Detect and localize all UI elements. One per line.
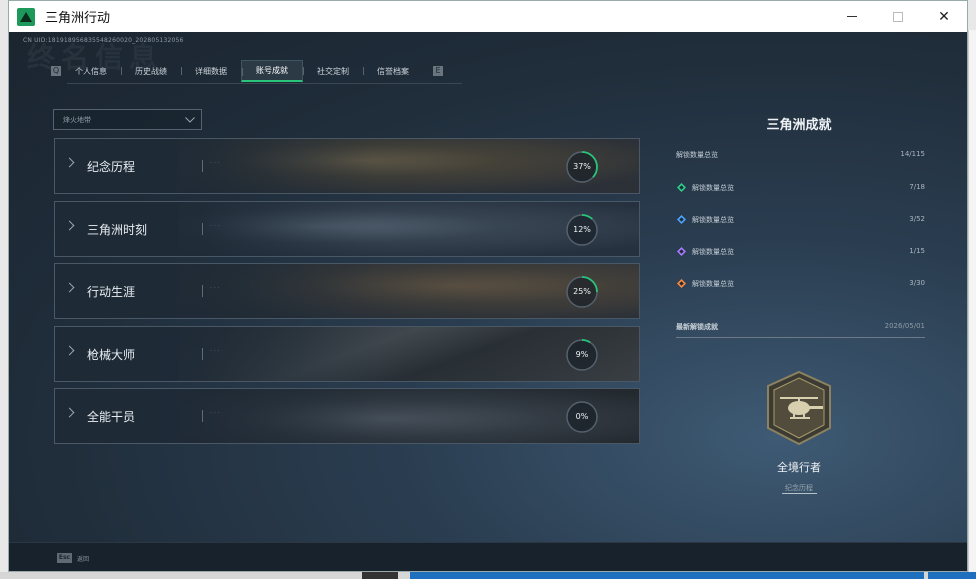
window-title: 三角洲行动 [45,11,111,26]
summary-total-row: 解锁数量总览 14/115 [676,147,925,163]
close-icon: ✕ [938,8,950,25]
app-logo-icon [17,7,35,26]
chevron-down-icon [185,117,195,123]
tab-next-button[interactable]: E [433,66,443,76]
tab-profile[interactable]: 个人信息 [61,60,121,82]
achievement-category-card[interactable]: 全能干员 · · · 0% [54,388,640,444]
tier-unlock-row: 解锁数量总览 7/18 [676,180,925,196]
tab-divider [67,83,462,84]
category-dots: · · · [210,347,220,355]
tier-unlock-row: 解锁数量总览 3/52 [676,212,925,228]
tier-unlock-row: 解锁数量总览 1/15 [676,244,925,260]
game-view: 终名信息 CN UID:181918956835548260020_202805… [9,32,967,571]
title-bar: 三角洲行动 ✕ [9,1,967,32]
helicopter-badge-icon[interactable] [764,370,834,446]
tab-stats[interactable]: 详细数据 [181,60,241,82]
badge-category: 纪念历程 [785,484,813,492]
tab-history[interactable]: 历史战绩 [121,60,181,82]
progress-percent: 0% [575,412,589,421]
esc-key-hint[interactable]: Esc [57,553,72,563]
badge-underline [782,493,817,494]
mode-dropdown-value: 烽火地带 [63,115,91,124]
esc-label: 返回 [77,556,90,563]
minimize-icon [847,16,857,17]
purple-tier-icon [677,247,686,256]
progress-ring: 25% [564,274,600,310]
progress-percent: 12% [573,224,591,234]
footer-bar: Esc 返回 [9,542,967,571]
progress-percent: 9% [575,349,589,359]
orange-tier-icon [677,279,686,288]
minimize-button[interactable] [829,1,875,32]
tier-value: 1/15 [909,247,925,255]
category-dots: · · · [210,222,220,230]
tab-achievements[interactable]: 账号成就 [241,60,303,82]
category-artwork-fade [55,139,639,193]
latest-unlock-header: 最新解锁成就 2026/05/01 [676,322,925,338]
category-artwork-fade [55,389,639,443]
tier-value: 3/30 [909,279,925,287]
taskbar-item[interactable] [362,572,398,579]
app-window: 三角洲行动 ✕ 终名信息 CN UID:18191895683554826002… [8,0,968,572]
uid-label: CN UID:181918956835548260020_20280513205… [23,37,184,44]
tier-label: 解锁数量总览 [692,216,734,224]
tab-bar: Q 个人信息 历史战绩 详细数据 账号成就 社交定制 信誉档案 E [51,60,443,82]
tab-reputation[interactable]: 信誉档案 [363,60,423,82]
progress-percent: 25% [573,287,591,296]
tab-prev-button[interactable]: Q [51,66,61,76]
achievement-category-card[interactable]: 枪械大师 · · · 9% [54,325,640,382]
category-label: 行动生涯 [87,285,136,299]
summary-total-label: 解锁数量总览 [676,151,718,159]
tier-value: 7/18 [909,183,925,191]
green-tier-icon [677,183,686,192]
progress-ring: 37% [564,149,600,185]
tier-label: 解锁数量总览 [692,184,734,192]
category-dots: · · · [210,160,220,167]
category-dots: · · · [210,410,220,417]
badge-name: 全境行者 [777,461,821,474]
tier-label: 解锁数量总览 [692,248,734,256]
category-label: 全能干员 [87,410,136,424]
close-button[interactable]: ✕ [921,1,967,32]
summary-title: 三角洲成就 [766,118,832,133]
category-separator [202,160,203,172]
category-artwork-fade [55,326,639,381]
latest-unlock-date: 2026/05/01 [884,322,925,330]
progress-percent: 37% [573,162,591,171]
progress-ring: 0% [564,399,600,435]
taskbar-item[interactable] [928,572,976,579]
category-label: 三角洲时刻 [87,222,148,237]
achievement-category-card[interactable]: 纪念历程 · · · 37% [54,138,640,194]
achievement-category-card[interactable]: 行动生涯 · · · 25% [54,263,640,319]
category-artwork-fade [55,264,639,318]
taskbar-item[interactable] [410,572,924,579]
tab-social[interactable]: 社交定制 [303,60,363,82]
progress-ring: 9% [564,337,600,373]
tier-label: 解锁数量总览 [692,280,734,288]
background-window-edge [968,30,976,572]
mode-dropdown[interactable]: 烽火地带 [53,109,202,130]
category-separator [202,347,203,360]
window-controls: ✕ [829,1,967,32]
tier-value: 3/52 [909,215,925,223]
latest-unlock-label: 最新解锁成就 [676,323,718,331]
maximize-button[interactable] [875,1,921,32]
blue-tier-icon [677,215,686,224]
category-separator [202,285,203,297]
category-label: 枪械大师 [87,347,136,362]
tier-unlock-row: 解锁数量总览 3/30 [676,276,925,292]
category-separator [202,222,203,235]
summary-total-value: 14/115 [900,150,925,158]
maximize-icon [893,11,903,22]
category-dots: · · · [210,285,220,292]
category-separator [202,410,203,422]
achievement-category-card[interactable]: 三角洲时刻 · · · 12% [54,200,640,257]
progress-ring: 12% [564,212,600,248]
category-label: 纪念历程 [87,160,136,174]
